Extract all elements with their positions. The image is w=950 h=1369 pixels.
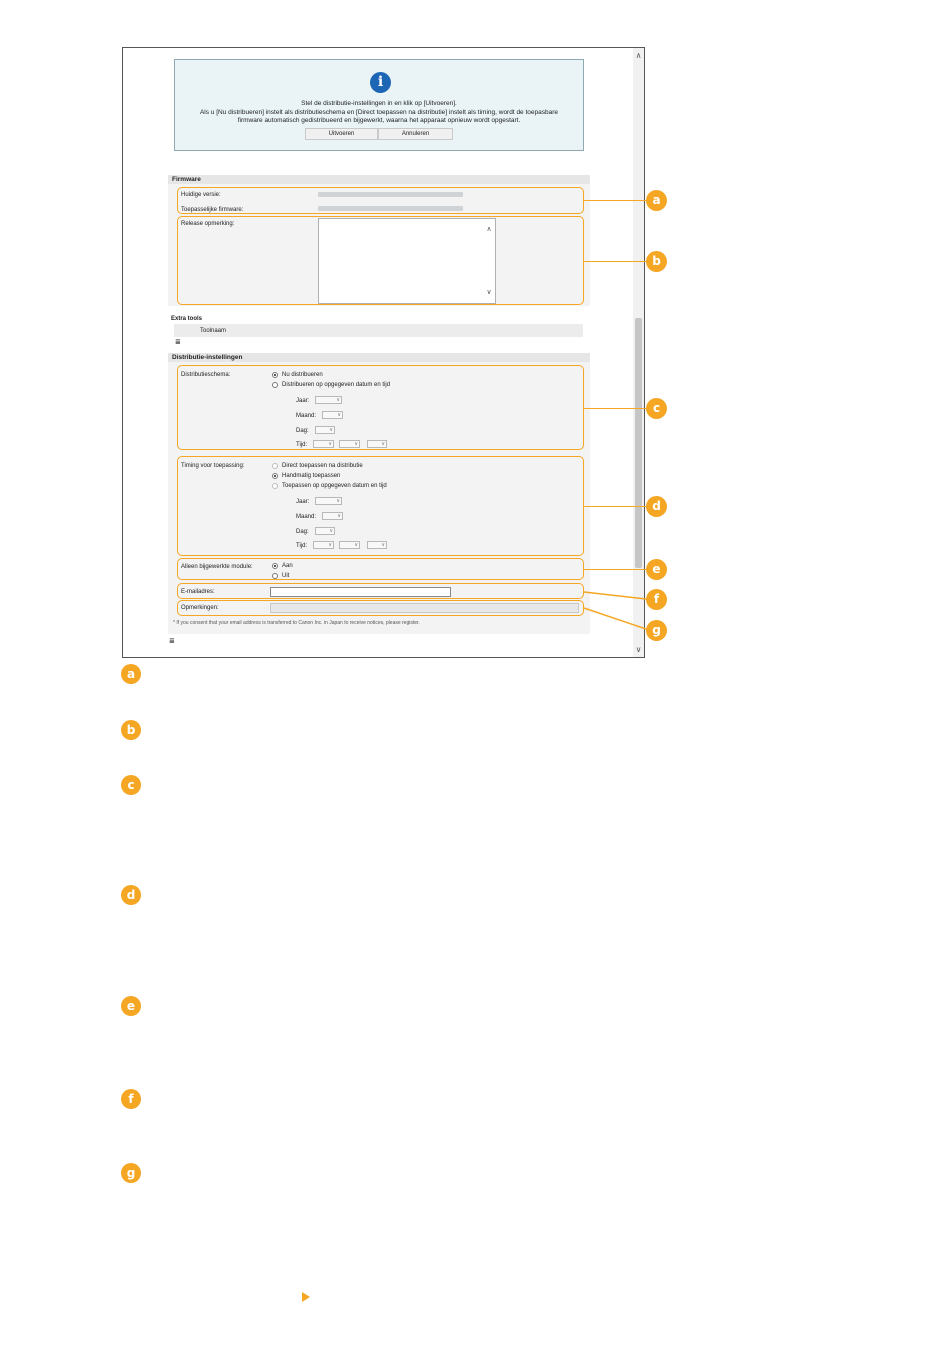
link-arrow-icon[interactable] — [302, 1292, 310, 1302]
leader-line-c — [584, 408, 646, 409]
annotation-box-g — [177, 600, 584, 616]
badge-c: c — [646, 398, 667, 419]
info-title: Stel de distributie-instellingen in en k… — [301, 100, 457, 107]
leader-line-d — [584, 506, 646, 507]
legend-badge-f: f — [121, 1089, 141, 1109]
cancel-button[interactable]: Annuleren — [378, 128, 453, 140]
badge-b: b — [646, 251, 667, 272]
info-icon: i — [370, 72, 391, 93]
badge-d: d — [646, 496, 667, 517]
footnote: * If you consent that your email address… — [173, 620, 420, 626]
extra-tools-heading: Extra tools — [171, 316, 203, 322]
tool-name-column: Toolnaam — [200, 328, 227, 334]
extra-tools-table-header — [174, 324, 583, 337]
legend-badge-d: d — [121, 885, 141, 905]
annotation-box-c — [177, 365, 584, 450]
firmware-heading: Firmware — [168, 175, 590, 184]
legend-badge-e: e — [121, 996, 141, 1016]
annotation-box-d — [177, 456, 584, 556]
leader-line-e — [584, 569, 646, 570]
badge-a: a — [646, 190, 667, 211]
annotation-box-e — [177, 558, 584, 580]
info-line-1: Als u [Nu distribueren] instelt als dist… — [199, 109, 559, 116]
leader-line-b — [584, 261, 646, 262]
info-line-2: firmware automatisch gedistribueerd en b… — [237, 117, 521, 124]
badge-e: e — [646, 559, 667, 580]
badge-f: f — [646, 589, 667, 610]
legend-badge-a: a — [121, 664, 141, 684]
annotation-box-b — [177, 216, 584, 305]
legend-badge-b: b — [121, 720, 141, 740]
collapse-icon[interactable]: ≣ — [175, 339, 181, 347]
legend-badge-c: c — [121, 775, 141, 795]
scroll-down-icon[interactable]: ∨ — [633, 644, 644, 655]
scroll-up-icon[interactable]: ∧ — [633, 50, 644, 61]
collapse-icon[interactable]: ≣ — [169, 638, 175, 646]
badge-g: g — [646, 620, 667, 641]
annotation-box-f — [177, 583, 584, 599]
distribution-heading: Distributie-instellingen — [168, 353, 590, 362]
leader-line-a — [584, 200, 646, 201]
execute-button[interactable]: Uitvoeren — [305, 128, 378, 140]
scrollbar-thumb[interactable] — [635, 318, 642, 568]
annotation-box-a — [177, 187, 584, 214]
legend-badge-g: g — [121, 1163, 141, 1183]
